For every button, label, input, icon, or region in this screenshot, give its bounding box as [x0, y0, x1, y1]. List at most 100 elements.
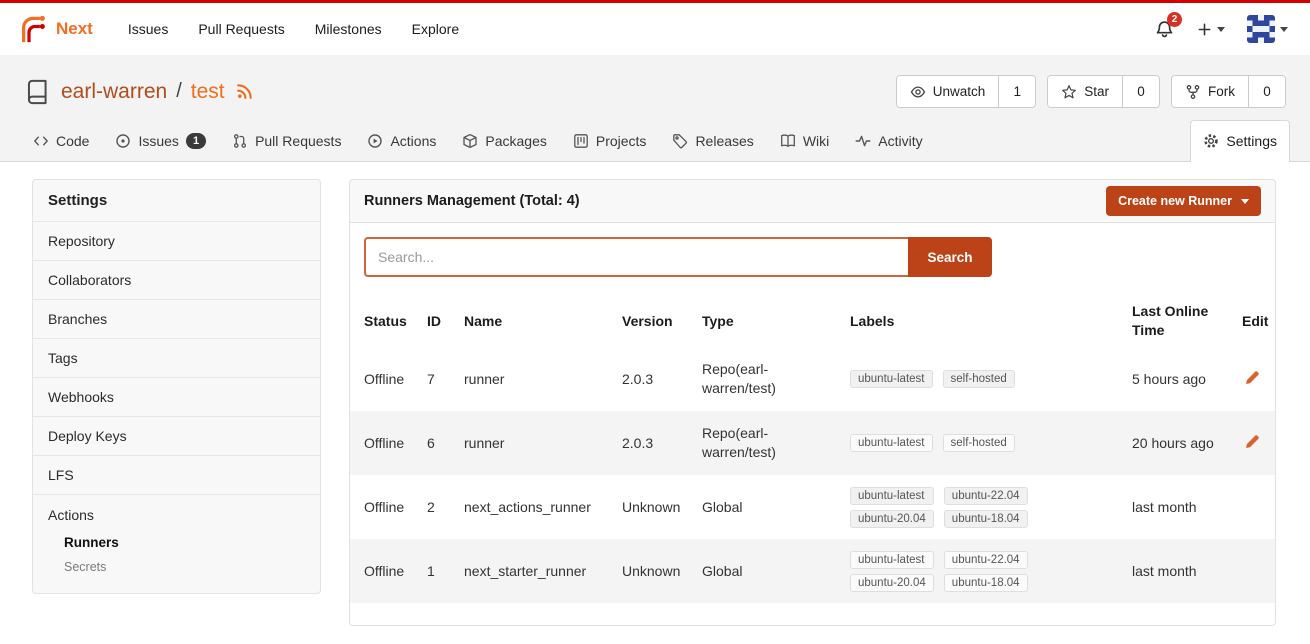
repo-path-separator: /: [176, 80, 182, 103]
cell-last-online: 20 hours ago: [1132, 434, 1242, 453]
cell-version: Unknown: [622, 562, 702, 581]
sidebar-item-webhooks[interactable]: Webhooks: [33, 378, 320, 417]
package-icon: [462, 133, 478, 149]
fork-button[interactable]: Fork: [1172, 76, 1249, 107]
table-row: Offline 1 next_starter_runner Unknown Gl…: [350, 539, 1275, 603]
cell-id: 7: [427, 370, 464, 389]
create-menu-button[interactable]: [1193, 20, 1229, 39]
nav-item-pull-requests[interactable]: Pull Requests: [183, 13, 299, 45]
user-menu-button[interactable]: [1243, 13, 1292, 45]
notification-count-badge: 2: [1167, 12, 1182, 27]
edit-runner-pencil-icon[interactable]: [1242, 432, 1262, 452]
panel-header: Runners Management (Total: 4) Create new…: [349, 179, 1276, 223]
runner-label-badge: self-hosted: [943, 370, 1015, 388]
sidebar-item-deploy-keys[interactable]: Deploy Keys: [33, 417, 320, 456]
chevron-down-icon: [1280, 27, 1288, 32]
tab-label: Issues: [138, 133, 178, 149]
tab-code[interactable]: Code: [20, 120, 102, 161]
runner-label-badge: ubuntu-latest: [850, 551, 934, 569]
col-header-last-online: Last Online Time: [1132, 302, 1242, 340]
top-navbar: Next Issues Pull Requests Milestones Exp…: [0, 3, 1310, 55]
cell-labels: ubuntu-latest self-hosted: [850, 434, 1132, 452]
pull-request-icon: [232, 133, 248, 149]
tab-issues[interactable]: Issues 1: [102, 120, 219, 161]
sidebar-item-collaborators[interactable]: Collaborators: [33, 261, 320, 300]
runner-label-badge: ubuntu-22.04: [944, 551, 1028, 569]
topbar-right: 2: [1150, 13, 1292, 45]
tab-label: Packages: [485, 133, 546, 149]
eye-icon: [910, 84, 926, 100]
tab-packages[interactable]: Packages: [449, 120, 559, 161]
issue-icon: [115, 133, 131, 149]
tab-activity[interactable]: Activity: [842, 120, 935, 161]
col-header-version: Version: [622, 312, 702, 331]
tag-icon: [672, 133, 688, 149]
cell-name: next_actions_runner: [464, 498, 622, 517]
sidebar-item-repository[interactable]: Repository: [33, 222, 320, 261]
col-header-name: Name: [464, 312, 622, 331]
runner-label-badge: ubuntu-latest: [850, 487, 934, 505]
sidebar-item-tags[interactable]: Tags: [33, 339, 320, 378]
runner-label-badge: ubuntu-latest: [850, 434, 933, 452]
sidebar-item-actions[interactable]: Actions: [33, 505, 320, 530]
runner-label-badge: ubuntu-22.04: [944, 487, 1028, 505]
pulse-icon: [855, 133, 871, 149]
tab-wiki[interactable]: Wiki: [767, 120, 842, 161]
search-input[interactable]: [364, 237, 908, 277]
plus-icon: [1197, 22, 1212, 37]
forgejo-logo-icon: [18, 14, 48, 44]
repo-name-link[interactable]: test: [191, 80, 225, 104]
top-nav-links: Issues Pull Requests Milestones Explore: [113, 13, 474, 45]
watch-button-group: Unwatch 1: [896, 75, 1037, 108]
cell-id: 6: [427, 434, 464, 453]
star-button[interactable]: Star: [1048, 76, 1123, 107]
search-button[interactable]: Search: [908, 237, 992, 277]
create-runner-button[interactable]: Create new Runner: [1106, 186, 1261, 216]
cell-id: 1: [427, 562, 464, 581]
cell-last-online: last month: [1132, 498, 1242, 517]
repo-owner-link[interactable]: earl-warren: [61, 80, 167, 104]
fork-count[interactable]: 0: [1249, 76, 1285, 107]
chevron-down-icon: [1217, 27, 1225, 32]
notifications-button[interactable]: 2: [1150, 17, 1179, 42]
runner-label-badge: ubuntu-20.04: [850, 510, 934, 528]
settings-sidebar: Settings Repository Collaborators Branch…: [32, 179, 321, 594]
unwatch-label: Unwatch: [933, 84, 986, 99]
star-count[interactable]: 0: [1123, 76, 1159, 107]
cell-name: runner: [464, 434, 622, 453]
col-header-edit: Edit: [1242, 312, 1278, 331]
runner-label-badge: self-hosted: [943, 434, 1015, 452]
watch-count[interactable]: 1: [999, 76, 1035, 107]
unwatch-button[interactable]: Unwatch: [897, 76, 1000, 107]
tab-actions[interactable]: Actions: [354, 120, 449, 161]
nav-item-issues[interactable]: Issues: [113, 13, 183, 45]
nav-item-explore[interactable]: Explore: [397, 13, 474, 45]
panel-title: Runners Management (Total: 4): [364, 193, 580, 209]
runner-label-badge: ubuntu-latest: [850, 370, 933, 388]
sidebar-item-secrets[interactable]: Secrets: [33, 555, 320, 579]
tab-label: Code: [56, 133, 89, 149]
sidebar-item-runners[interactable]: Runners: [33, 530, 320, 555]
cell-status: Offline: [364, 562, 427, 581]
forgejo-brand[interactable]: Next: [18, 14, 93, 44]
runners-panel: Runners Management (Total: 4) Create new…: [349, 179, 1276, 626]
runner-label-badge: ubuntu-18.04: [944, 574, 1028, 592]
tab-settings[interactable]: Settings: [1190, 120, 1290, 162]
tab-projects[interactable]: Projects: [560, 120, 660, 161]
col-header-labels: Labels: [850, 312, 1132, 331]
cell-type: Repo(earl-warren/test): [702, 424, 850, 462]
cell-labels: ubuntu-latest ubuntu-22.04 ubuntu-20.04 …: [850, 487, 1132, 528]
cell-type: Global: [702, 562, 850, 581]
cell-status: Offline: [364, 498, 427, 517]
nav-item-milestones[interactable]: Milestones: [300, 13, 397, 45]
tab-releases[interactable]: Releases: [659, 120, 766, 161]
tab-pull-requests[interactable]: Pull Requests: [219, 120, 354, 161]
rss-feed-icon[interactable]: [236, 83, 253, 100]
edit-runner-pencil-icon[interactable]: [1242, 368, 1262, 388]
create-runner-label: Create new Runner: [1118, 194, 1232, 208]
sidebar-item-lfs[interactable]: LFS: [33, 456, 320, 495]
table-row: Offline 6 runner 2.0.3 Repo(earl-warren/…: [350, 411, 1275, 475]
sidebar-item-branches[interactable]: Branches: [33, 300, 320, 339]
star-label: Star: [1084, 84, 1109, 99]
avatar: [1247, 15, 1275, 43]
